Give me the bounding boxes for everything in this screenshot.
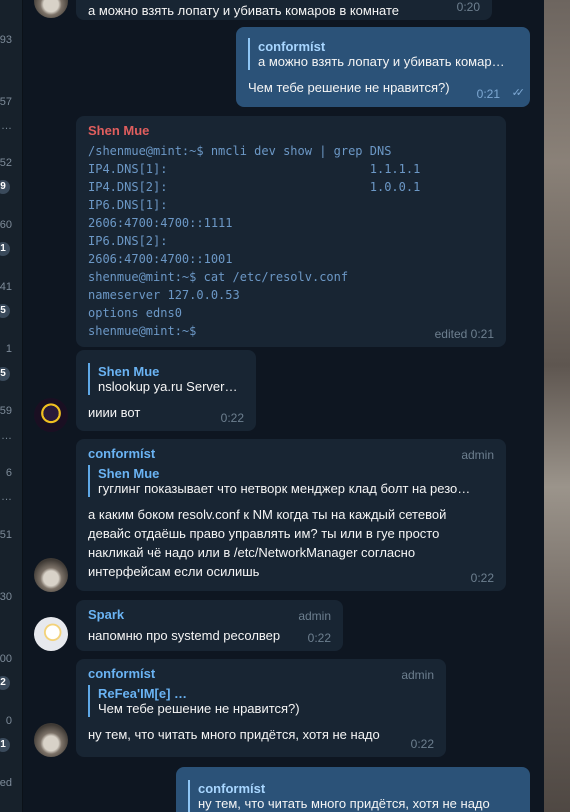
unread-badge: 1	[0, 242, 10, 256]
sender-name[interactable]: Shen Mue	[88, 123, 494, 138]
avatar[interactable]	[34, 617, 68, 651]
message-time: 0:22	[220, 411, 244, 425]
code-line: 2606:4700:4700::1001	[88, 252, 233, 266]
unread-badge: 2	[0, 676, 10, 690]
admin-badge: admin	[461, 448, 494, 462]
message-text: ну тем, что читать много придётся, хотя …	[88, 727, 380, 742]
message-bubble-outgoing[interactable]: conformíst ну тем, что читать много прид…	[176, 767, 530, 812]
message-time: 0:20	[456, 0, 480, 14]
message-time: 0:22	[470, 571, 494, 585]
chat-list-time: 30	[0, 591, 12, 603]
double-check-icon: ✓✓	[511, 87, 526, 99]
message-bubble[interactable]: conformíst admin ReFea'IM[e] … Чем тебе …	[76, 659, 446, 757]
code-line: /shenmue@mint:~$ nmcli dev show | grep D…	[88, 144, 392, 158]
avatar[interactable]	[34, 723, 68, 757]
code-line: shenmue@mint:~$	[88, 324, 197, 338]
chat-list-ellipsis: …	[1, 430, 12, 442]
message-time: edited 0:21	[434, 327, 494, 341]
sender-name[interactable]: Spark	[88, 607, 331, 622]
reply-quote[interactable]: Shen Mue гуглинг показывает что нетворк …	[88, 465, 494, 497]
message-bubble[interactable]: Shen Mue /shenmue@mint:~$ nmcli dev show…	[76, 116, 506, 347]
chat-list-time: 60	[0, 219, 12, 231]
code-line: nameserver 127.0.0.53	[88, 288, 240, 302]
unread-badge: 9	[0, 180, 10, 194]
message-list[interactable]: а можно взять лопату и убивать комаров в…	[22, 0, 544, 812]
code-line: shenmue@mint:~$ cat /etc/resolv.conf	[88, 270, 349, 284]
sender-name[interactable]: conformíst	[88, 666, 434, 681]
reply-quote[interactable]: conformíst ну тем, что читать много прид…	[188, 780, 518, 812]
chat-list-time: 6	[5, 467, 12, 479]
reply-quote[interactable]: ReFea'IM[e] … Чем тебе решение не нравит…	[88, 685, 434, 717]
message-bubble[interactable]: Shen Mue nslookup ya.ru Server… ииии вот…	[76, 350, 256, 431]
chat-background-edge	[544, 0, 570, 812]
reply-sender: Shen Mue	[98, 466, 160, 481]
chat-list-time: 0	[5, 715, 12, 727]
code-line: IP4.DNS[2]: 1.0.0.1	[88, 180, 421, 194]
reply-text: гуглинг показывает что нетворк менджер к…	[98, 481, 471, 496]
message-text: напомню про systemd ресолвер	[88, 628, 281, 643]
message-text: а каким боком resolv.conf к NM когда ты …	[88, 507, 447, 579]
reply-quote[interactable]: conformíst а можно взять лопату и убиват…	[248, 38, 518, 70]
code-line: 2606:4700:4700::1111	[88, 216, 233, 230]
code-line: IP6.DNS[2]:	[88, 234, 168, 248]
message-bubble[interactable]: conformíst admin Shen Mue гуглинг показы…	[76, 439, 506, 591]
message-bubble[interactable]: Spark admin напомню про systemd ресолвер…	[76, 600, 343, 651]
chat-list-time: 51	[0, 529, 12, 541]
chat-list-time: 1	[5, 343, 12, 355]
message-time: 0:22	[307, 631, 331, 645]
admin-badge: admin	[298, 609, 331, 623]
chat-list-time: 93	[0, 34, 12, 46]
code-line: IP4.DNS[1]: 1.1.1.1	[88, 162, 421, 176]
reply-quote[interactable]: Shen Mue nslookup ya.ru Server…	[88, 363, 244, 395]
code-line: options edns0	[88, 306, 182, 320]
chat-list-time: 00	[0, 653, 12, 665]
message-bubble[interactable]: а можно взять лопату и убивать комаров в…	[76, 0, 492, 20]
reply-text: ну тем, что читать много придётся, хотя …	[198, 796, 490, 811]
chat-list-time: 59	[0, 405, 12, 417]
reply-text: nslookup ya.ru Server…	[98, 379, 238, 394]
chat-list-strip[interactable]: 93 57 … 52 9 60 1 41 5 1 5 59 … 6 … 51 3…	[0, 0, 23, 812]
reply-sender: conformíst	[258, 39, 326, 54]
unread-badge: 1	[0, 738, 10, 752]
message-time: 0:21	[476, 87, 500, 101]
chat-list-ellipsis: …	[1, 491, 12, 503]
code-block[interactable]: /shenmue@mint:~$ nmcli dev show | grep D…	[88, 142, 494, 340]
unread-badge: 5	[0, 367, 10, 381]
reply-text: Чем тебе решение не нравится?)	[98, 701, 300, 716]
avatar[interactable]	[34, 558, 68, 592]
reply-text: а можно взять лопату и убивать комар…	[258, 54, 505, 69]
reply-sender: Shen Mue	[98, 364, 160, 379]
chat-list-ellipsis: …	[1, 120, 12, 132]
chat-list-time: 57	[0, 96, 12, 108]
chat-list-label: ed	[0, 777, 12, 789]
message-bubble-outgoing[interactable]: conformíst а можно взять лопату и убиват…	[236, 27, 530, 107]
admin-badge: admin	[401, 668, 434, 682]
avatar[interactable]	[34, 398, 68, 432]
avatar[interactable]	[34, 0, 68, 18]
chat-list-time: 52	[0, 157, 12, 169]
chat-list-time: 41	[0, 281, 12, 293]
reply-sender: ReFea'IM[e] …	[98, 686, 188, 701]
sender-name[interactable]: conformíst	[88, 446, 494, 461]
message-text: а можно взять лопату и убивать комаров в…	[88, 3, 399, 18]
unread-badge: 5	[0, 304, 10, 318]
code-line: IP6.DNS[1]:	[88, 198, 168, 212]
reply-sender: conformíst	[198, 781, 266, 796]
message-time: 0:22	[410, 737, 434, 751]
